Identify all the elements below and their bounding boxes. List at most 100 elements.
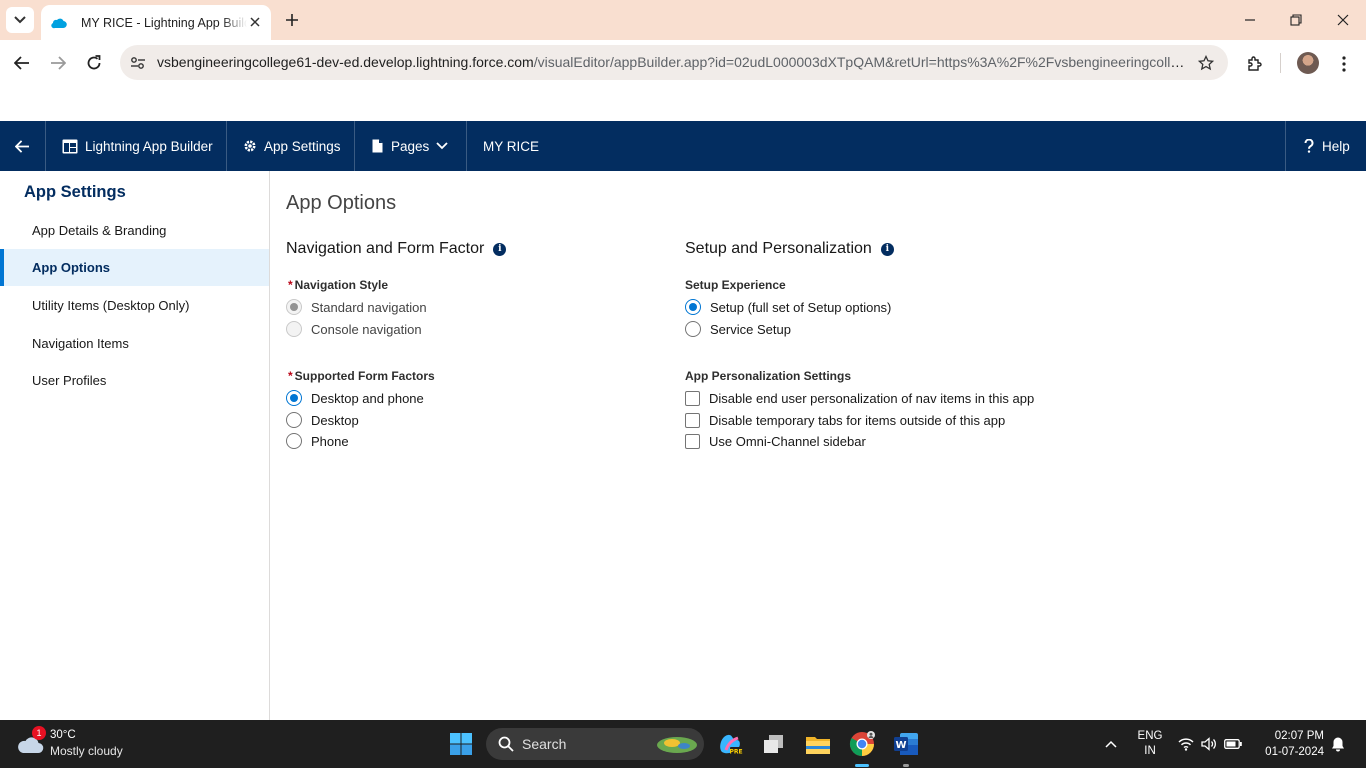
weather-description: Mostly cloudy xyxy=(50,744,123,758)
app-builder-label: Lightning App Builder xyxy=(85,138,213,154)
radio-button[interactable] xyxy=(286,412,302,428)
forward-button[interactable] xyxy=(48,53,68,73)
info-icon[interactable]: i xyxy=(493,242,507,256)
header-divider xyxy=(466,121,467,171)
close-window-button[interactable] xyxy=(1333,10,1353,30)
windows-start-icon[interactable] xyxy=(449,732,473,756)
language-indicator[interactable]: ENG IN xyxy=(1134,720,1166,768)
url-text: vsbengineeringcollege61-dev-ed.develop.l… xyxy=(157,54,1187,70)
chevron-up-icon xyxy=(1105,740,1117,748)
tab-title: MY RICE - Lightning App Builder xyxy=(81,15,247,30)
checkbox-label: Disable temporary tabs for items outside… xyxy=(709,412,1006,428)
minimize-icon xyxy=(1245,19,1255,21)
weather-temperature: 30°C xyxy=(50,729,76,741)
radio-button[interactable] xyxy=(685,321,701,337)
sidebar-item-app-options[interactable]: App Options xyxy=(0,249,269,286)
reload-button[interactable] xyxy=(84,53,104,73)
site-info-icon[interactable] xyxy=(128,53,148,73)
app-personalization-label: App Personalization Settings xyxy=(685,369,852,383)
notifications-button[interactable] xyxy=(1329,720,1347,768)
close-icon xyxy=(1337,14,1349,26)
wifi-icon xyxy=(1178,738,1194,751)
word-running-indicator xyxy=(903,764,909,767)
lightning-app-builder-title: Lightning App Builder xyxy=(62,121,213,171)
file-explorer-icon[interactable] xyxy=(804,730,832,758)
address-bar[interactable]: vsbengineeringcollege61-dev-ed.develop.l… xyxy=(120,45,1228,80)
radio-button[interactable] xyxy=(286,299,302,315)
profile-avatar[interactable] xyxy=(1297,52,1319,74)
taskbar-search[interactable]: Search xyxy=(486,728,704,760)
checkbox[interactable] xyxy=(685,390,700,406)
radio-label: Desktop and phone xyxy=(311,390,424,406)
page-title: App Options xyxy=(286,192,397,214)
plus-icon xyxy=(286,14,298,26)
checkbox-disable-temporary-tabs[interactable]: Disable temporary tabs for items outside… xyxy=(685,410,1005,430)
app-options-panel: App Options Navigation and Form Factor i… xyxy=(270,171,1366,720)
tab-close-icon[interactable] xyxy=(247,14,263,30)
copilot-icon[interactable]: PRE xyxy=(716,730,744,758)
app-settings-label: App Settings xyxy=(264,138,341,154)
radio-phone[interactable]: Phone xyxy=(286,431,349,451)
browser-menu-button[interactable] xyxy=(1333,53,1355,75)
notification-badge: 1 xyxy=(32,726,46,740)
browser-toolbar: vsbengineeringcollege61-dev-ed.develop.l… xyxy=(0,40,1366,86)
search-highlight-icon xyxy=(657,737,697,753)
language-code: ENG xyxy=(1137,730,1163,742)
checkbox-disable-nav-personalization[interactable]: Disable end user personalization of nav … xyxy=(685,388,1034,408)
pages-dropdown[interactable]: Pages xyxy=(372,121,448,171)
url-host: vsbengineeringcollege61-dev-ed.develop.l… xyxy=(157,54,534,70)
radio-label: Service Setup xyxy=(710,321,791,337)
back-to-setup-button[interactable] xyxy=(0,121,45,171)
radio-button[interactable] xyxy=(286,433,302,449)
volume-icon xyxy=(1201,737,1216,751)
header-divider xyxy=(45,121,46,171)
language-region: IN xyxy=(1144,745,1156,757)
help-button[interactable]: Help xyxy=(1304,121,1350,171)
system-tray-quick-settings[interactable] xyxy=(1176,720,1244,768)
arrow-left-icon xyxy=(14,56,29,70)
radio-console-navigation[interactable]: Console navigation xyxy=(286,319,422,339)
checkbox[interactable] xyxy=(685,433,700,449)
radio-setup-full[interactable]: Setup (full set of Setup options) xyxy=(685,297,891,317)
sidebar-item-user-profiles[interactable]: User Profiles xyxy=(0,362,269,399)
chevron-down-icon xyxy=(436,142,448,150)
chevron-down-icon xyxy=(14,16,26,24)
info-icon[interactable]: i xyxy=(880,242,894,256)
sidebar-item-utility-items[interactable]: Utility Items (Desktop Only) xyxy=(0,287,269,324)
bookmark-star-icon[interactable] xyxy=(1196,53,1216,73)
radio-button[interactable] xyxy=(685,299,701,315)
radio-desktop[interactable]: Desktop xyxy=(286,410,359,430)
clock-time: 02:07 PM xyxy=(1274,730,1324,742)
checkbox[interactable] xyxy=(685,412,700,428)
battery-icon xyxy=(1224,739,1242,749)
checkbox-omni-channel-sidebar[interactable]: Use Omni-Channel sidebar xyxy=(685,431,866,451)
chrome-icon[interactable] xyxy=(848,730,876,758)
minimize-button[interactable] xyxy=(1240,10,1260,30)
new-tab-button[interactable] xyxy=(282,10,302,30)
pages-label: Pages xyxy=(391,138,430,154)
app-settings-button[interactable]: App Settings xyxy=(243,121,341,171)
restore-button[interactable] xyxy=(1286,10,1306,30)
radio-label: Console navigation xyxy=(311,321,422,337)
radio-button[interactable] xyxy=(286,390,302,406)
sidebar-item-app-details[interactable]: App Details & Branding xyxy=(0,212,269,249)
show-hidden-icons-button[interactable] xyxy=(1100,720,1122,768)
radio-standard-navigation[interactable]: Standard navigation xyxy=(286,297,427,317)
checkbox-label: Use Omni-Channel sidebar xyxy=(709,433,866,449)
sidebar-item-navigation-items[interactable]: Navigation Items xyxy=(0,325,269,362)
word-icon[interactable]: W xyxy=(892,730,920,758)
tab-search-button[interactable] xyxy=(6,7,34,33)
task-view-icon[interactable] xyxy=(760,730,788,758)
clock[interactable]: 02:07 PM 01-07-2024 xyxy=(1265,728,1324,760)
question-icon xyxy=(1304,139,1314,153)
radio-service-setup[interactable]: Service Setup xyxy=(685,319,791,339)
setup-personalization-heading: Setup and Personalization i xyxy=(685,240,894,258)
header-divider xyxy=(226,121,227,171)
clock-date: 01-07-2024 xyxy=(1265,746,1324,758)
extensions-button[interactable] xyxy=(1244,53,1266,75)
radio-button[interactable] xyxy=(286,321,302,337)
browser-tab-active[interactable]: MY RICE - Lightning App Builder xyxy=(41,5,271,40)
back-button[interactable] xyxy=(12,53,32,73)
weather-widget[interactable]: 1 30°C Mostly cloudy xyxy=(16,726,156,762)
radio-desktop-and-phone[interactable]: Desktop and phone xyxy=(286,388,424,408)
